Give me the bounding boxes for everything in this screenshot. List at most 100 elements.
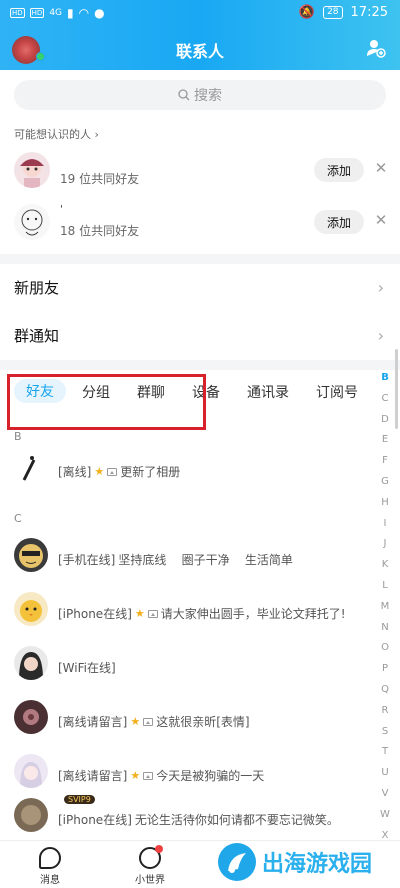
friend-status: [离线请留言] ★ 这就很亲昕[表情] (58, 713, 250, 730)
status-prefix: [手机在线] (58, 553, 116, 567)
wifi-icon: ◠ (78, 6, 90, 20)
image-icon (143, 771, 154, 780)
friend-status: [iPhone在线] 无论生活待你如何请都不要忘记微笑。 (58, 811, 339, 828)
index-letter[interactable]: W (380, 805, 390, 826)
status-text: 这就很亲昕[表情] (156, 715, 250, 729)
nav-world-label: 小世界 (135, 875, 165, 886)
section-header-c: C (14, 512, 22, 525)
group-notice-row[interactable]: 群通知 › (0, 312, 400, 360)
status-text: 无论生活待你如何请都不要忘记微笑。 (134, 813, 339, 827)
friend-status: [iPhone在线] ★ 请大家伸出圆手，毕业论文拜托了! (58, 605, 346, 622)
index-letter[interactable]: G (381, 472, 389, 493)
nav-messages[interactable]: 消息 (25, 847, 75, 886)
scrollbar[interactable] (395, 349, 398, 429)
app-header: HD HD 4G ▮ ◠ ● 🔕 28 17:25 联系人 (0, 0, 400, 70)
star-icon: ★ (94, 465, 105, 478)
friend-item[interactable]: [手机在线] 坚持底线 圈子干净 生活简单 (0, 530, 380, 586)
index-letter[interactable]: F (382, 451, 388, 472)
avatar[interactable] (14, 538, 48, 572)
index-letter[interactable]: J (384, 534, 387, 555)
nav-messages-label: 消息 (40, 875, 60, 886)
index-letter[interactable]: N (381, 618, 388, 639)
index-letter[interactable]: R (382, 701, 389, 722)
index-letter[interactable]: P (382, 659, 388, 680)
search-icon (178, 89, 190, 101)
new-friends-label: 新朋友 (14, 279, 60, 297)
watermark-logo-icon (218, 843, 256, 881)
index-letter[interactable]: Q (381, 680, 389, 701)
contacts-page: 搜索 可能想认识的人 › 19 位共同好友 添加 ✕ ' 18 位共同好友 添加… (0, 70, 400, 840)
nav-world[interactable]: 小世界 (125, 845, 175, 886)
index-letter[interactable]: U (381, 763, 388, 784)
add-button[interactable]: 添加 (314, 158, 364, 182)
index-letter[interactable]: B (381, 368, 389, 389)
avatar[interactable] (14, 592, 48, 626)
index-letter[interactable]: M (381, 597, 390, 618)
chevron-right-icon: › (377, 278, 384, 297)
watermark-text: 出海游戏园 (262, 852, 373, 877)
index-letter[interactable]: T (382, 742, 388, 763)
status-left: HD HD 4G ▮ ◠ ● (10, 6, 105, 20)
index-letter[interactable]: K (382, 555, 389, 576)
avatar[interactable] (14, 646, 48, 680)
friend-item[interactable]: [离线请留言] ★ 这就很亲昕[表情] (0, 692, 380, 748)
friend-status: [WiFi在线] (58, 659, 119, 676)
avatar[interactable] (14, 204, 50, 240)
status-prefix: [离线请留言] (58, 715, 128, 729)
recommend-item[interactable]: 19 位共同好友 添加 ✕ (0, 146, 400, 198)
add-button[interactable]: 添加 (314, 210, 364, 234)
index-letter[interactable]: D (381, 410, 389, 431)
status-text: 请大家伸出圆手，毕业论文拜托了! (160, 607, 346, 621)
close-icon[interactable]: ✕ (373, 212, 389, 228)
status-prefix: [iPhone在线] (58, 813, 132, 827)
avatar[interactable] (14, 152, 50, 188)
new-friends-row[interactable]: 新朋友 › (0, 264, 400, 312)
index-letter[interactable]: L (382, 576, 388, 597)
notification-dot (155, 845, 163, 853)
image-icon (143, 717, 154, 726)
status-prefix: [离线] (58, 465, 92, 479)
chevron-right-icon: › (377, 326, 384, 345)
watermark: 出海游戏园 (218, 843, 372, 881)
friend-status: [离线] ★ 更新了相册 (58, 463, 180, 480)
mutual-friends-count: 18 位共同好友 (60, 224, 140, 238)
search-input[interactable]: 搜索 (14, 80, 386, 110)
index-letter[interactable]: S (382, 722, 388, 743)
status-prefix: [WiFi在线] (58, 661, 116, 675)
friend-item[interactable]: [iPhone在线] ★ 请大家伸出圆手，毕业论文拜托了! (0, 584, 380, 640)
mutual-friends-count: 19 位共同好友 (60, 172, 140, 186)
recommend-item[interactable]: ' 18 位共同好友 添加 ✕ (0, 198, 400, 250)
avatar[interactable] (14, 798, 48, 832)
status-text: 今天是被狗骗的一天 (156, 769, 265, 783)
group-notice-label: 群通知 (14, 327, 60, 345)
index-letter[interactable]: I (384, 514, 387, 535)
avatar[interactable] (14, 700, 48, 734)
people-you-may-know-title[interactable]: 可能想认识的人 › (14, 126, 99, 142)
battery-icon: 28 (323, 6, 343, 19)
friend-item[interactable]: SVIP9 [iPhone在线] 无论生活待你如何请都不要忘记微笑。 (0, 790, 380, 840)
avatar[interactable] (14, 754, 48, 788)
status-bar: HD HD 4G ▮ ◠ ● 🔕 28 17:25 (0, 0, 400, 28)
recommend-name: ' (60, 204, 63, 215)
star-icon: ★ (130, 715, 141, 728)
clock: 17:25 (350, 5, 388, 20)
index-letter[interactable]: C (382, 389, 389, 410)
friend-item[interactable]: [WiFi在线] (0, 638, 380, 694)
friend-item[interactable]: [离线] ★ 更新了相册 (0, 442, 380, 498)
divider (0, 254, 400, 264)
avatar[interactable] (14, 450, 48, 484)
svip-badge: SVIP9 (64, 795, 95, 804)
close-icon[interactable]: ✕ (373, 160, 389, 176)
image-icon (147, 609, 158, 618)
alphabet-index[interactable]: BCDEFGHIJKLMNOPQRSTUVWXYZ# (378, 368, 392, 888)
add-friend-icon[interactable] (366, 38, 386, 58)
index-letter[interactable]: E (382, 430, 388, 451)
tab-address-book[interactable]: 通讯录 (247, 382, 289, 402)
message-icon (39, 847, 61, 869)
chat-icon: ● (94, 6, 105, 20)
index-letter[interactable]: O (381, 638, 389, 659)
index-letter[interactable]: H (381, 493, 389, 514)
index-letter[interactable]: V (382, 784, 389, 805)
tab-subscriptions[interactable]: 订阅号 (316, 382, 358, 402)
status-text: 更新了相册 (120, 465, 181, 479)
